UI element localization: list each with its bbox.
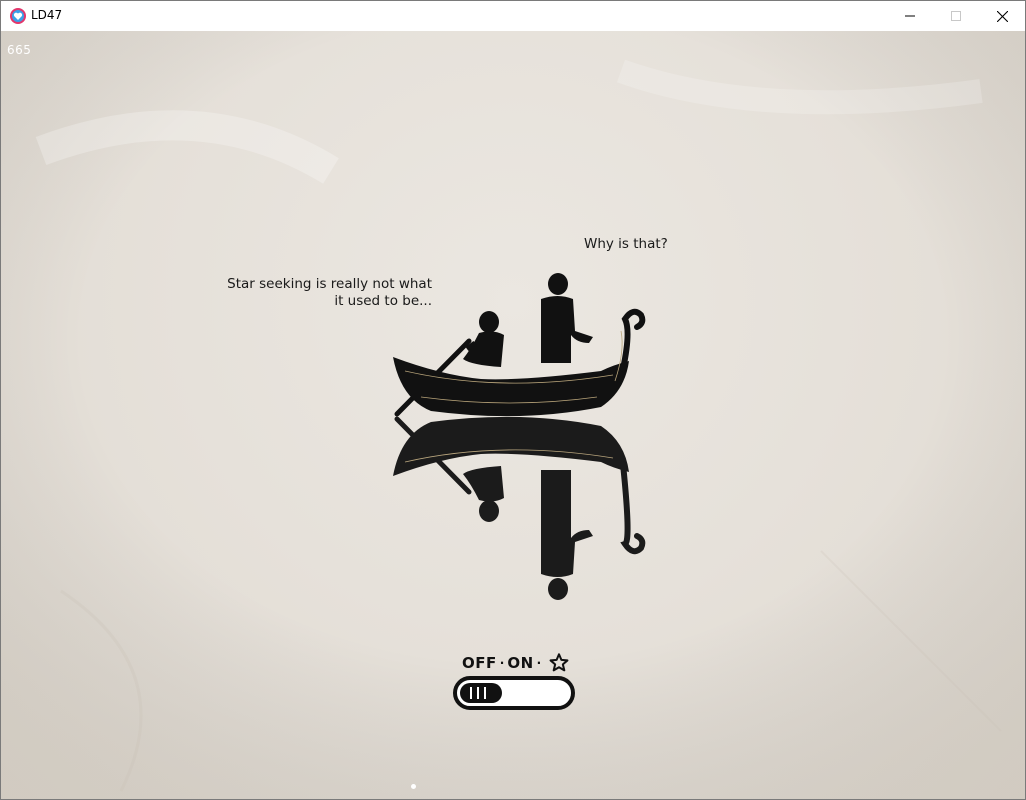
game-canvas[interactable]: 665 Star seeking is really not what it u… [1, 31, 1025, 799]
separator-dot-2: · [536, 656, 542, 670]
close-button[interactable] [979, 1, 1025, 31]
boat-reflection [393, 416, 646, 600]
title-bar[interactable]: LD47 [1, 1, 1025, 31]
on-label: ON [507, 654, 534, 672]
minimize-button[interactable] [887, 1, 933, 31]
toggle-knob [460, 683, 502, 703]
toggle-labels: OFF · ON · [462, 652, 570, 674]
close-icon [996, 10, 1008, 22]
game-window: LD47 665 Star seeking is really not what… [0, 0, 1026, 800]
window-title: LD47 [31, 8, 63, 22]
light-toggle-switch[interactable] [453, 676, 575, 710]
maximize-button[interactable] [933, 1, 979, 31]
cursor-dot [411, 784, 416, 789]
maximize-icon [951, 11, 961, 21]
minimize-icon [905, 15, 915, 17]
star-icon [549, 653, 569, 672]
boat-illustration [393, 273, 646, 417]
off-label: OFF [462, 654, 497, 672]
separator-dot: · [499, 656, 505, 670]
app-heart-icon [10, 8, 26, 24]
